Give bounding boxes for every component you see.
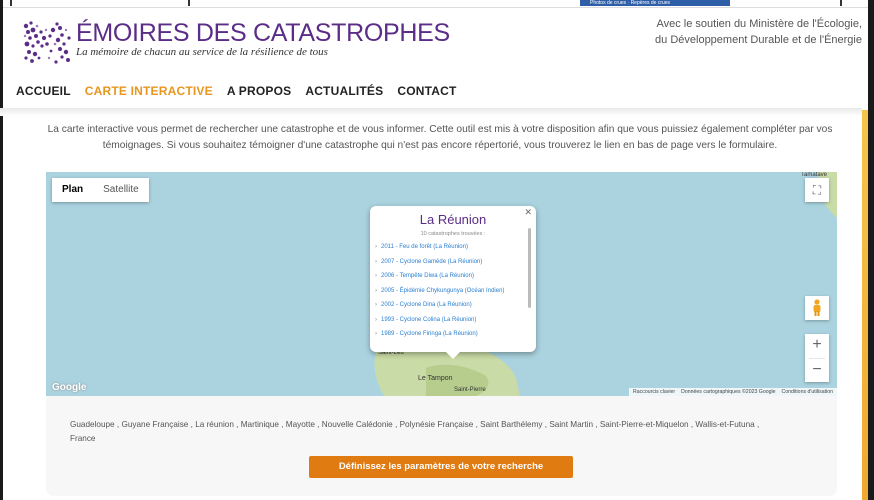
terms-link[interactable]: Conditions d'utilisation <box>782 389 833 395</box>
nav-item-a-propos[interactable]: A PROPOS <box>227 84 292 98</box>
map-label-le-tampon: Le Tampon <box>418 375 453 382</box>
street-view-pegman[interactable] <box>805 296 829 320</box>
territory-link-martinique[interactable]: Martinique <box>241 420 279 429</box>
pegman-icon <box>813 299 821 316</box>
map-label-saint-pierre: Saint-Pierre <box>454 387 486 393</box>
nav-item-contact[interactable]: CONTACT <box>397 84 456 98</box>
territory-link-wallis-futuna[interactable]: Wallis-et-Futuna <box>695 420 754 429</box>
territory-link-mayotte[interactable]: Mayotte <box>286 420 315 429</box>
main-nav: ACCUEIL CARTE INTERACTIVE A PROPOS ACTUA… <box>16 84 457 98</box>
nav-item-accueil[interactable]: ACCUEIL <box>16 84 71 98</box>
map-type-plan-button[interactable]: Plan <box>52 178 93 202</box>
fullscreen-button[interactable]: ⛶ <box>805 178 829 202</box>
info-window-title: La Réunion <box>419 212 487 227</box>
browser-top-strip: Photos de crues · Repères de crues <box>0 0 874 8</box>
keyboard-shortcuts-link[interactable]: Raccourcis clavier <box>633 389 675 395</box>
list-item[interactable]: 1993 - Cyclone Colina (La Réunion) <box>375 313 525 328</box>
territory-link-saint-pierre-miquelon[interactable]: Saint-Pierre-et-Miquelon <box>600 420 689 429</box>
logo-mark-icon <box>23 21 71 64</box>
ministry-support-text: Avec le soutien du Ministère de l'Écolog… <box>602 16 862 48</box>
info-window: ✕ La Réunion 10 catastrophes trouvées : … <box>370 206 536 359</box>
strip-divider <box>840 0 842 6</box>
map-type-control: Plan Satellite <box>52 178 149 202</box>
interactive-map[interactable]: Saint-Leu Le Tampon Saint-Pierre Tamatav… <box>46 172 837 396</box>
territory-link-saint-martin[interactable]: Saint Martin <box>549 420 593 429</box>
map-type-satellite-button[interactable]: Satellite <box>93 178 149 202</box>
territory-link-polynesie[interactable]: Polynésie Française <box>400 420 474 429</box>
support-line-2: du Développement Durable et de l'Énergie <box>655 34 862 46</box>
nav-divider <box>0 108 862 116</box>
zoom-control: + − <box>805 334 829 382</box>
list-item[interactable]: 2011 - Feu de forêt (La Réunion) <box>375 240 525 255</box>
territory-link-guadeloupe[interactable]: Guadeloupe <box>70 420 115 429</box>
logo-title: ÉMOIRES DES CATASTROPHES <box>76 19 450 47</box>
left-edge <box>0 0 3 500</box>
intro-paragraph: La carte interactive vous permet de rech… <box>47 124 833 151</box>
search-parameters-button[interactable]: Définissez les paramètres de votre reche… <box>309 456 573 478</box>
catastrophe-count: 10 catastrophes trouvées : <box>420 231 486 237</box>
map-attribution: Raccourcis clavier Données cartographiqu… <box>629 388 837 396</box>
nav-item-actualites[interactable]: ACTUALITÉS <box>305 84 383 98</box>
search-panel: Guadeloupe , Guyane Française , La réuni… <box>46 396 837 496</box>
site-logo[interactable]: ÉMOIRES DES CATASTROPHES La mémoire de c… <box>22 18 450 66</box>
territory-link-france[interactable]: France <box>70 434 95 443</box>
fullscreen-icon: ⛶ <box>812 182 822 197</box>
close-icon[interactable]: ✕ <box>524 207 532 218</box>
google-logo[interactable]: Google <box>52 382 86 393</box>
list-item[interactable]: 2002 - Cyclone Dina (La Réunion) <box>375 298 525 313</box>
territory-link-saint-barthelemy[interactable]: Saint Barthélemy <box>480 420 542 429</box>
zoom-out-button[interactable]: − <box>805 359 829 383</box>
catastrophe-list: 2011 - Feu de forêt (La Réunion) 2007 - … <box>375 240 525 350</box>
list-item[interactable]: 2005 - Épidémie Chykungunya (Océan Indie… <box>375 284 525 299</box>
strip-block <box>10 0 190 6</box>
zoom-in-button[interactable]: + <box>805 334 829 358</box>
info-window-scrollbar[interactable] <box>528 228 531 308</box>
strip-ad-snippet: Photos de crues · Repères de crues <box>580 0 730 6</box>
list-item[interactable]: 1989 - Cyclone Firinga (La Réunion) <box>375 327 525 342</box>
list-item[interactable]: 2006 - Tempête Diwa (La Réunion) <box>375 269 525 284</box>
territory-link-guyane[interactable]: Guyane Française <box>121 420 188 429</box>
territory-list: Guadeloupe , Guyane Française , La réuni… <box>70 420 760 443</box>
territory-link-nouvelle-caledonie[interactable]: Nouvelle Calédonie <box>322 420 393 429</box>
scrollbar-accent[interactable] <box>862 110 868 500</box>
territory-link-la-reunion[interactable]: La réunion <box>195 420 234 429</box>
nav-item-carte-interactive[interactable]: CARTE INTERACTIVE <box>85 84 213 98</box>
right-edge <box>868 0 874 500</box>
list-item[interactable]: 2007 - Cyclone Gamède (La Réunion) <box>375 255 525 270</box>
support-line-1: Avec le soutien du Ministère de l'Écolog… <box>656 18 862 30</box>
map-data-credit: Données cartographiques ©2023 Google <box>681 389 776 395</box>
